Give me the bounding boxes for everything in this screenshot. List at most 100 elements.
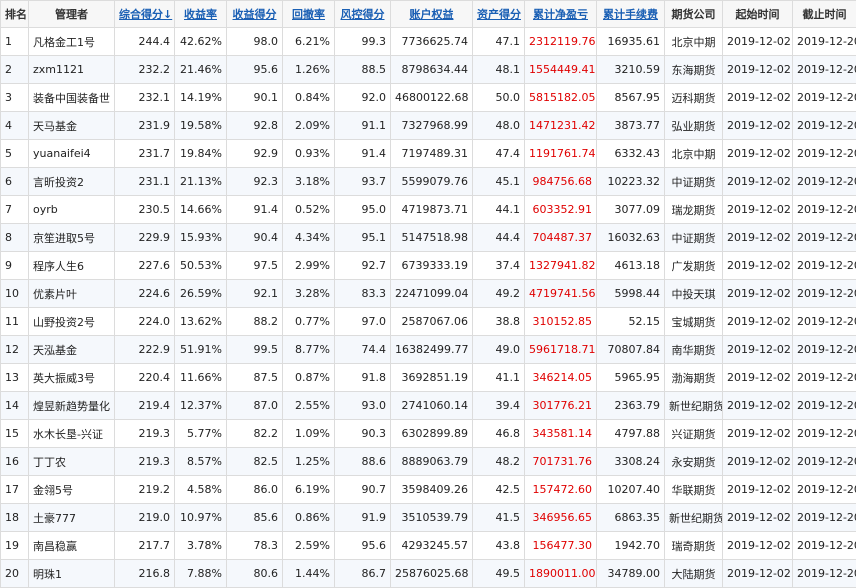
cell-rank: 18: [1, 504, 29, 532]
cell-futures-company: 新世纪期货: [665, 504, 723, 532]
table-row: 14煌昱新趋势量化219.412.37%87.02.55%93.02741060…: [1, 392, 856, 420]
cell-futures-company: 北京中期: [665, 140, 723, 168]
cell-start-date: 2019-12-02: [723, 448, 793, 476]
table-row: 10优素片叶224.626.59%92.13.28%83.322471099.0…: [1, 280, 856, 308]
table-row: 16丁丁农219.38.57%82.51.25%88.68889063.7948…: [1, 448, 856, 476]
cell-rank: 12: [1, 336, 29, 364]
cell-total-score: 227.6: [115, 252, 175, 280]
header-fees[interactable]: 累计手续费: [597, 1, 665, 28]
cell-return-rate: 19.58%: [175, 112, 227, 140]
cell-total-score: 217.7: [115, 532, 175, 560]
cell-net-profit: 2312119.76: [525, 28, 597, 56]
cell-rank: 7: [1, 196, 29, 224]
cell-total-score: 231.9: [115, 112, 175, 140]
cell-asset-score: 49.5: [473, 560, 525, 588]
cell-equity: 8798634.44: [391, 56, 473, 84]
table-row: 11山野投资2号224.013.62%88.20.77%97.02587067.…: [1, 308, 856, 336]
cell-fees: 4797.88: [597, 420, 665, 448]
cell-asset-score: 48.1: [473, 56, 525, 84]
cell-fees: 10207.40: [597, 476, 665, 504]
cell-asset-score: 39.4: [473, 392, 525, 420]
cell-equity: 8889063.79: [391, 448, 473, 476]
table-row: 18土豪777219.010.97%85.60.86%91.93510539.7…: [1, 504, 856, 532]
cell-futures-company: 弘业期货: [665, 112, 723, 140]
sort-down-icon[interactable]: ↓: [163, 8, 172, 21]
cell-total-score: 220.4: [115, 364, 175, 392]
cell-asset-score: 48.2: [473, 448, 525, 476]
cell-drawdown: 2.99%: [283, 252, 335, 280]
cell-fees: 52.15: [597, 308, 665, 336]
cell-drawdown: 2.09%: [283, 112, 335, 140]
cell-start-date: 2019-12-02: [723, 84, 793, 112]
cell-drawdown: 0.86%: [283, 504, 335, 532]
cell-end-date: 2019-12-20: [793, 476, 856, 504]
cell-total-score: 231.1: [115, 168, 175, 196]
cell-return-score: 85.6: [227, 504, 283, 532]
cell-futures-company: 瑞奇期货: [665, 532, 723, 560]
cell-start-date: 2019-12-02: [723, 196, 793, 224]
table-row: 5yuanaifei4231.719.84%92.90.93%91.471974…: [1, 140, 856, 168]
cell-risk-score: 93.7: [335, 168, 391, 196]
header-futures-company: 期货公司: [665, 1, 723, 28]
cell-start-date: 2019-12-02: [723, 504, 793, 532]
cell-risk-score: 91.4: [335, 140, 391, 168]
cell-manager: 天马基金: [29, 112, 115, 140]
cell-fees: 3210.59: [597, 56, 665, 84]
cell-fees: 3308.24: [597, 448, 665, 476]
cell-equity: 22471099.04: [391, 280, 473, 308]
cell-start-date: 2019-12-02: [723, 140, 793, 168]
cell-return-rate: 14.66%: [175, 196, 227, 224]
header-label: 收益得分: [233, 8, 277, 21]
cell-risk-score: 95.0: [335, 196, 391, 224]
cell-asset-score: 49.2: [473, 280, 525, 308]
cell-asset-score: 48.0: [473, 112, 525, 140]
cell-futures-company: 中证期货: [665, 168, 723, 196]
cell-start-date: 2019-12-02: [723, 420, 793, 448]
cell-fees: 10223.32: [597, 168, 665, 196]
header-total-score[interactable]: 综合得分↓: [115, 1, 175, 28]
cell-start-date: 2019-12-02: [723, 280, 793, 308]
header-drawdown[interactable]: 回撤率: [283, 1, 335, 28]
cell-fees: 1942.70: [597, 532, 665, 560]
cell-equity: 6302899.89: [391, 420, 473, 448]
header-return-rate[interactable]: 收益率: [175, 1, 227, 28]
cell-risk-score: 92.0: [335, 84, 391, 112]
cell-rank: 8: [1, 224, 29, 252]
cell-end-date: 2019-12-20: [793, 392, 856, 420]
cell-equity: 7327968.99: [391, 112, 473, 140]
header-return-score[interactable]: 收益得分: [227, 1, 283, 28]
cell-start-date: 2019-12-02: [723, 224, 793, 252]
cell-start-date: 2019-12-02: [723, 476, 793, 504]
cell-return-score: 82.5: [227, 448, 283, 476]
header-equity[interactable]: 账户权益: [391, 1, 473, 28]
cell-fees: 3077.09: [597, 196, 665, 224]
header-label: 风控得分: [341, 8, 385, 21]
cell-end-date: 2019-12-20: [793, 112, 856, 140]
header-label: 综合得分: [119, 8, 163, 21]
cell-end-date: 2019-12-20: [793, 560, 856, 588]
cell-futures-company: 渤海期货: [665, 364, 723, 392]
cell-total-score: 231.7: [115, 140, 175, 168]
cell-equity: 5147518.98: [391, 224, 473, 252]
cell-return-score: 91.4: [227, 196, 283, 224]
header-asset-score[interactable]: 资产得分: [473, 1, 525, 28]
header-risk-score[interactable]: 风控得分: [335, 1, 391, 28]
cell-end-date: 2019-12-20: [793, 532, 856, 560]
cell-start-date: 2019-12-02: [723, 112, 793, 140]
table-row: 2zxm1121232.221.46%95.61.26%88.58798634.…: [1, 56, 856, 84]
cell-risk-score: 91.9: [335, 504, 391, 532]
cell-total-score: 230.5: [115, 196, 175, 224]
header-label: 回撤率: [292, 8, 325, 21]
cell-manager: 丁丁农: [29, 448, 115, 476]
cell-return-score: 95.6: [227, 56, 283, 84]
cell-total-score: 216.8: [115, 560, 175, 588]
cell-fees: 2363.79: [597, 392, 665, 420]
cell-asset-score: 41.1: [473, 364, 525, 392]
header-net-profit[interactable]: 累计净盈亏: [525, 1, 597, 28]
cell-rank: 19: [1, 532, 29, 560]
cell-return-rate: 21.13%: [175, 168, 227, 196]
cell-fees: 6332.43: [597, 140, 665, 168]
cell-futures-company: 中投天琪: [665, 280, 723, 308]
cell-drawdown: 4.34%: [283, 224, 335, 252]
cell-rank: 14: [1, 392, 29, 420]
